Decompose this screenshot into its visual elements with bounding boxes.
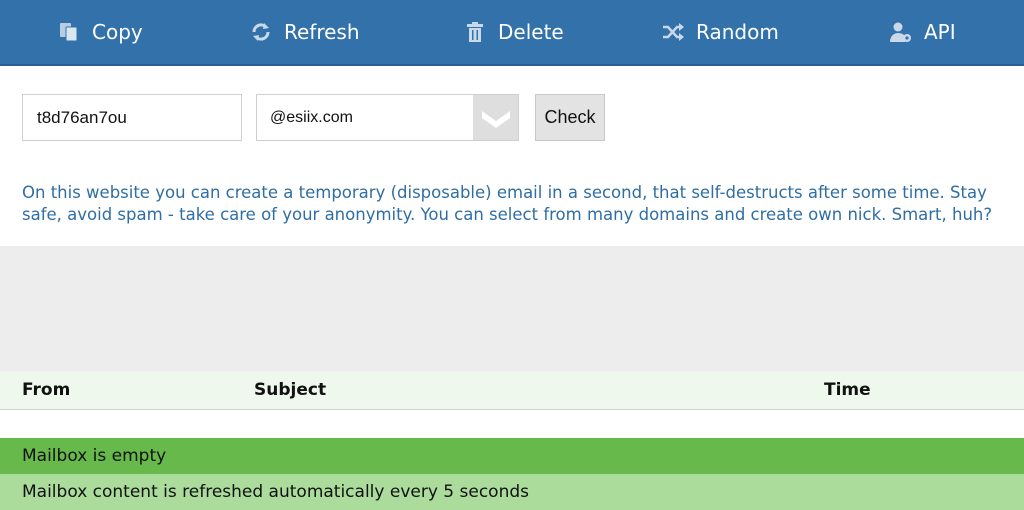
check-button[interactable]: Check: [535, 94, 605, 141]
delete-label: Delete: [498, 20, 564, 44]
from-column-header: From: [22, 380, 71, 400]
copy-button[interactable]: Copy: [58, 0, 143, 64]
time-column-header: Time: [824, 380, 871, 400]
copy-label: Copy: [92, 20, 143, 44]
copy-icon: [58, 21, 80, 43]
site-description: On this website you can create a tempora…: [22, 183, 993, 224]
trash-icon: [464, 21, 486, 43]
mailbox-empty-status: Mailbox is empty: [0, 438, 1024, 474]
nick-input[interactable]: [22, 94, 242, 141]
domain-value: @esiix.com: [270, 108, 353, 126]
refresh-button[interactable]: Refresh: [250, 0, 360, 64]
auto-refresh-note: Mailbox content is refreshed automatical…: [0, 474, 1024, 510]
ad-area: [0, 246, 1024, 371]
mail-table-header: From Subject Time: [0, 371, 1024, 410]
refresh-label: Refresh: [284, 20, 360, 44]
api-label: API: [924, 20, 956, 44]
user-gear-icon: [890, 21, 912, 43]
api-button[interactable]: API: [890, 0, 956, 64]
shuffle-icon: [662, 21, 684, 43]
random-button[interactable]: Random: [662, 0, 779, 64]
refresh-icon: [250, 21, 272, 43]
chevron-down-icon[interactable]: [473, 95, 518, 140]
domain-select[interactable]: @esiix.com: [256, 94, 519, 141]
subject-column-header: Subject: [254, 380, 327, 400]
top-navbar: Copy Refresh Delete Random API: [0, 0, 1024, 66]
random-label: Random: [696, 20, 779, 44]
delete-button[interactable]: Delete: [464, 0, 564, 64]
